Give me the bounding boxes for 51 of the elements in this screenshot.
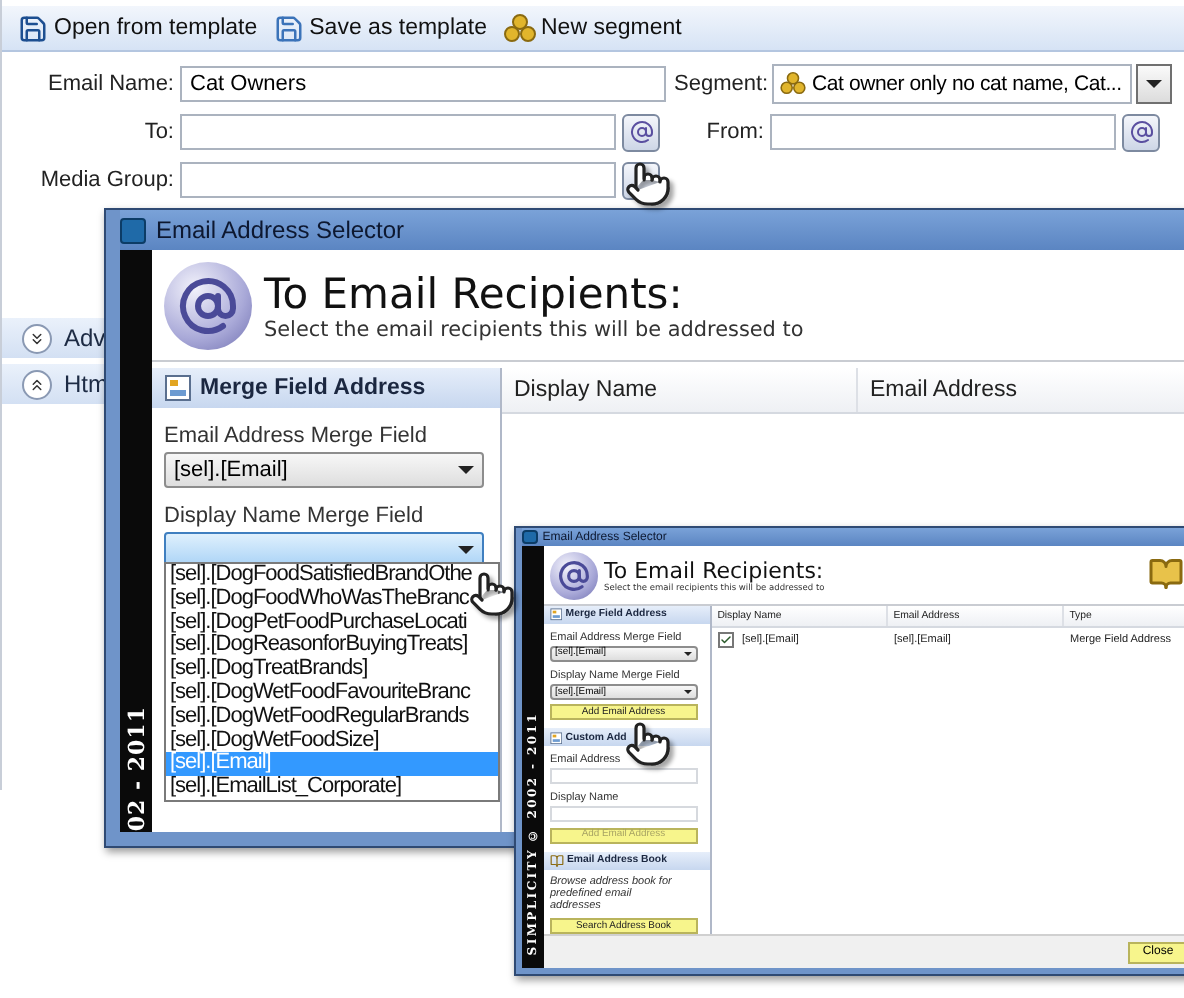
chevrons-up-icon — [22, 369, 52, 399]
dialog-subtitle: Select the email recipients this will be addressed to — [264, 317, 804, 341]
panel-title: Merge Field Address — [200, 376, 426, 400]
copyright-text: 02 - 2011 — [123, 706, 149, 832]
at-sign-icon — [164, 261, 252, 349]
hand-cursor-icon — [624, 160, 672, 208]
media-group-input[interactable] — [180, 162, 616, 198]
window-title: Email Address Selector — [156, 216, 405, 244]
row-checkbox[interactable] — [718, 632, 734, 649]
field-label: Email Name: — [46, 72, 174, 96]
at-sign-icon — [1129, 120, 1153, 144]
toolbar-button[interactable]: Open from template — [14, 13, 262, 43]
form-icon — [164, 374, 192, 402]
from-input[interactable] — [770, 114, 1116, 150]
dropdown-button[interactable] — [1136, 64, 1172, 104]
address-picker-button[interactable] — [622, 113, 660, 151]
column-header[interactable]: Email Address — [858, 368, 1184, 412]
form-icon — [549, 608, 562, 622]
display-name-input[interactable] — [549, 806, 698, 823]
address-book-icon — [1148, 556, 1184, 592]
dialog-heading: To Email Recipients: — [604, 557, 825, 583]
coins-icon — [503, 14, 535, 42]
at-sign-icon — [550, 551, 598, 599]
field-label: Media Group: — [38, 168, 174, 192]
address-book-icon — [549, 853, 564, 868]
address-picker-button[interactable] — [1122, 113, 1160, 151]
toolbar-button[interactable]: New segment — [499, 14, 686, 42]
field-label: From: — [704, 120, 764, 144]
at-sign-icon — [629, 120, 653, 144]
caret-icon — [1146, 80, 1162, 88]
field-label: Email Address Merge Field — [164, 424, 429, 448]
hand-cursor-icon — [624, 720, 672, 768]
coins-icon — [780, 72, 806, 96]
form-icon — [549, 731, 562, 745]
column-header[interactable]: Display Name — [502, 368, 858, 412]
to-input[interactable] — [180, 114, 616, 150]
caret-icon — [683, 651, 692, 656]
email-merge-dropdown[interactable]: [sel].[Email] — [164, 452, 484, 488]
chevrons-down-icon — [22, 323, 52, 353]
segment-dropdown[interactable]: Cat owner only no cat name, Cat... — [772, 64, 1132, 104]
app-icon — [522, 529, 538, 545]
toolbar-button[interactable]: Save as template — [269, 13, 491, 43]
caret-icon — [458, 466, 474, 474]
field-label: Display Name Merge Field — [164, 504, 426, 528]
caret-icon — [458, 546, 474, 554]
caret-icon — [683, 690, 692, 695]
email-name-input[interactable]: Cat Owners — [180, 66, 666, 102]
field-label: Segment: — [674, 72, 766, 96]
app-icon — [120, 217, 146, 243]
dialog-heading: To Email Recipients: — [264, 269, 685, 317]
field-label: To: — [142, 120, 174, 144]
